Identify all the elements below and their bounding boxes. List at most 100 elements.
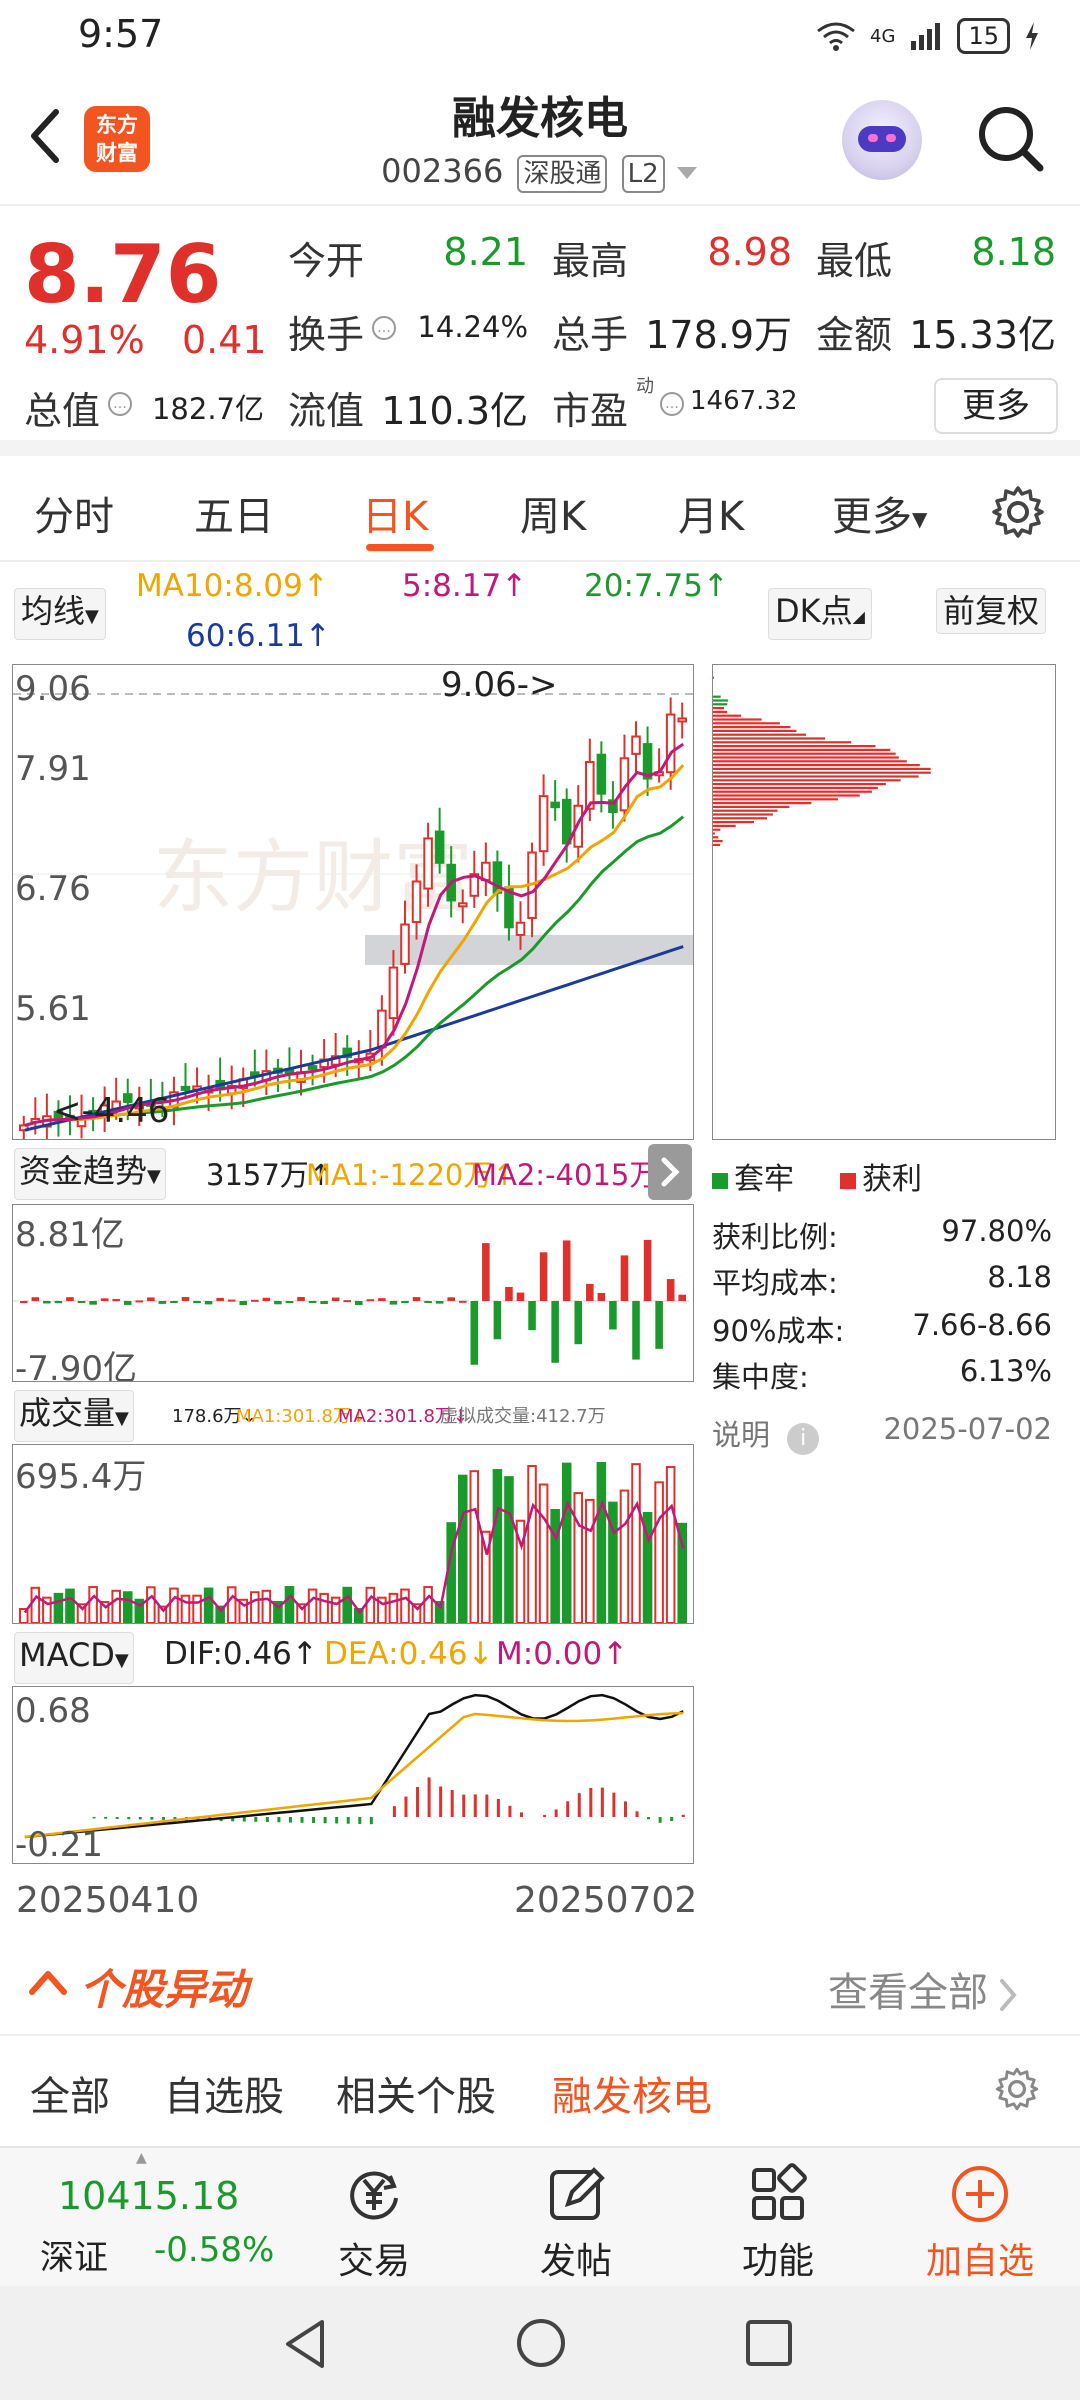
fund-bar bbox=[355, 1301, 363, 1305]
subtab-related[interactable]: 相关个股 bbox=[336, 2064, 496, 2122]
fund-bar bbox=[412, 1297, 421, 1301]
fund-bar bbox=[77, 1301, 86, 1303]
current-price: 8.76 bbox=[24, 228, 222, 321]
nav-add-watchlist[interactable]: 加自选 bbox=[920, 2162, 1040, 2284]
fund-bar bbox=[343, 1300, 351, 1303]
chip-bar bbox=[713, 843, 721, 846]
amount-value: 15.33亿 bbox=[909, 313, 1056, 357]
chip-bar bbox=[713, 752, 896, 755]
tab-intraday[interactable]: 分时 bbox=[34, 484, 114, 542]
volume-bar bbox=[226, 1586, 237, 1623]
chip-bar bbox=[713, 832, 715, 835]
subtab-watchlist[interactable]: 自选股 bbox=[164, 2064, 284, 2122]
turnover-label: 换手 bbox=[288, 313, 365, 357]
fund-bar bbox=[528, 1301, 536, 1331]
system-back-icon[interactable] bbox=[280, 2316, 330, 2372]
forward-adjust-button[interactable]: 前复权 bbox=[936, 588, 1047, 634]
expand-indicator-button[interactable] bbox=[648, 1144, 692, 1200]
chip-bar bbox=[713, 779, 901, 782]
price-axis-1: 9.06 bbox=[15, 669, 91, 709]
total-cap-info-icon[interactable]: … bbox=[108, 392, 132, 416]
ma-selector[interactable]: 均线▼ bbox=[14, 588, 106, 640]
volume-bar bbox=[146, 1586, 156, 1623]
tab-daily-k[interactable]: 日K bbox=[362, 484, 428, 542]
view-all-link[interactable]: 查看全部 bbox=[828, 1960, 1020, 2018]
filter-settings-gear-icon[interactable] bbox=[994, 2066, 1040, 2112]
tab-monthly-k[interactable]: 月K bbox=[678, 484, 744, 542]
ma-selector-caret-icon: ▼ bbox=[85, 606, 99, 627]
volume-bar bbox=[192, 1594, 202, 1623]
dk-points-button[interactable]: DK点◢ bbox=[768, 588, 872, 640]
chip-bar bbox=[713, 710, 728, 713]
chevron-up-icon[interactable] bbox=[28, 1966, 68, 1996]
chip-bar bbox=[713, 817, 768, 820]
macd-selector[interactable]: MACD▼ bbox=[14, 1632, 134, 1684]
chip-bar bbox=[713, 802, 812, 805]
chip-bar bbox=[713, 771, 931, 774]
chip-distribution-panel[interactable] bbox=[712, 664, 1056, 1140]
fund-trend-panel[interactable]: 8.81亿 -7.90亿 bbox=[12, 1204, 694, 1382]
stat-value: 6.13% bbox=[959, 1354, 1052, 1388]
dk-points-label: DK点 bbox=[775, 592, 853, 630]
chip-bar bbox=[713, 828, 721, 831]
macd-panel[interactable]: 0.68 -0.21 bbox=[12, 1686, 694, 1864]
turnover-info-icon[interactable]: … bbox=[372, 316, 396, 340]
fund-trend-caret-icon: ▼ bbox=[147, 1166, 161, 1187]
volume-selector[interactable]: 成交量▼ bbox=[14, 1390, 134, 1442]
candle-body bbox=[180, 1085, 191, 1091]
pe-info-icon[interactable]: … bbox=[660, 392, 684, 416]
chart-settings-gear-icon[interactable] bbox=[990, 484, 1046, 540]
info-icon: i bbox=[787, 1423, 820, 1455]
fund-bar bbox=[274, 1301, 282, 1305]
kline-panel[interactable]: 东方财富 9.06 7.91 6.76 5.61 9.06-> <-4.46 bbox=[12, 664, 694, 1140]
nav-functions[interactable]: 功能 bbox=[718, 2162, 838, 2284]
total-cap-label: 总值 bbox=[24, 389, 101, 433]
caret-up-icon: ▲ bbox=[136, 2150, 147, 2166]
volume-bar bbox=[527, 1465, 537, 1623]
chip-bar bbox=[713, 775, 919, 778]
tab-five-day[interactable]: 五日 bbox=[194, 484, 274, 542]
tab-more[interactable]: 更多▼ bbox=[832, 484, 927, 542]
volume-bar bbox=[330, 1596, 341, 1623]
trapped-legend-label: 套牢 bbox=[734, 1162, 794, 1197]
stat-value: 7.66-8.66 bbox=[912, 1308, 1052, 1342]
volume-bar bbox=[53, 1592, 64, 1623]
search-icon[interactable] bbox=[976, 104, 1046, 174]
volume-bar bbox=[250, 1591, 260, 1623]
fund-bar bbox=[112, 1299, 120, 1302]
volume-bar bbox=[203, 1587, 214, 1623]
chip-bar bbox=[713, 699, 729, 702]
tab-weekly-k[interactable]: 周K bbox=[520, 484, 586, 542]
dropdown-triangle-icon[interactable] bbox=[675, 165, 699, 181]
chip-distribution-chart bbox=[713, 676, 931, 846]
chevron-right-icon bbox=[661, 1157, 680, 1187]
candle-body bbox=[515, 921, 526, 936]
fund-bar bbox=[586, 1283, 594, 1301]
anomaly-title: 个股异动 bbox=[80, 1965, 249, 2014]
chip-bar bbox=[713, 707, 725, 710]
kline-chart: 东方财富 bbox=[13, 693, 693, 1139]
nav-post[interactable]: 发帖 bbox=[516, 2162, 636, 2284]
date-start: 20250410 bbox=[16, 1880, 200, 1921]
system-recents-icon[interactable] bbox=[744, 2318, 794, 2368]
chip-bar bbox=[713, 813, 773, 816]
subtab-all[interactable]: 全部 bbox=[30, 2064, 110, 2122]
fund-bar bbox=[251, 1299, 259, 1302]
low-value: 8.18 bbox=[971, 230, 1056, 274]
distribution-date: 2025-07-02 bbox=[883, 1412, 1052, 1446]
more-quote-button[interactable]: 更多 bbox=[934, 378, 1058, 434]
battery-icon: 15 bbox=[957, 18, 1010, 54]
nav-trade[interactable]: 交易 bbox=[314, 2162, 434, 2284]
system-home-icon[interactable] bbox=[514, 2316, 568, 2370]
subtab-current-stock[interactable]: 融发核电 bbox=[552, 2064, 712, 2122]
nav-trade-label: 交易 bbox=[337, 2241, 410, 2282]
chip-bar bbox=[713, 798, 838, 801]
chip-bar bbox=[713, 729, 797, 732]
index-ticker[interactable]: ▲ 10415.18 深证 -0.58% bbox=[0, 2148, 290, 2288]
volume-panel[interactable]: 695.4万 bbox=[12, 1444, 694, 1624]
fund-trend-selector[interactable]: 资金趋势▼ bbox=[14, 1148, 166, 1200]
stock-code-row[interactable]: 002366 深股通 L2 bbox=[0, 152, 1080, 193]
fund-bar bbox=[135, 1300, 144, 1303]
distribution-note-row[interactable]: 说明 i 2025-07-02 bbox=[712, 1412, 1052, 1455]
assistant-robot-avatar[interactable] bbox=[842, 100, 922, 180]
